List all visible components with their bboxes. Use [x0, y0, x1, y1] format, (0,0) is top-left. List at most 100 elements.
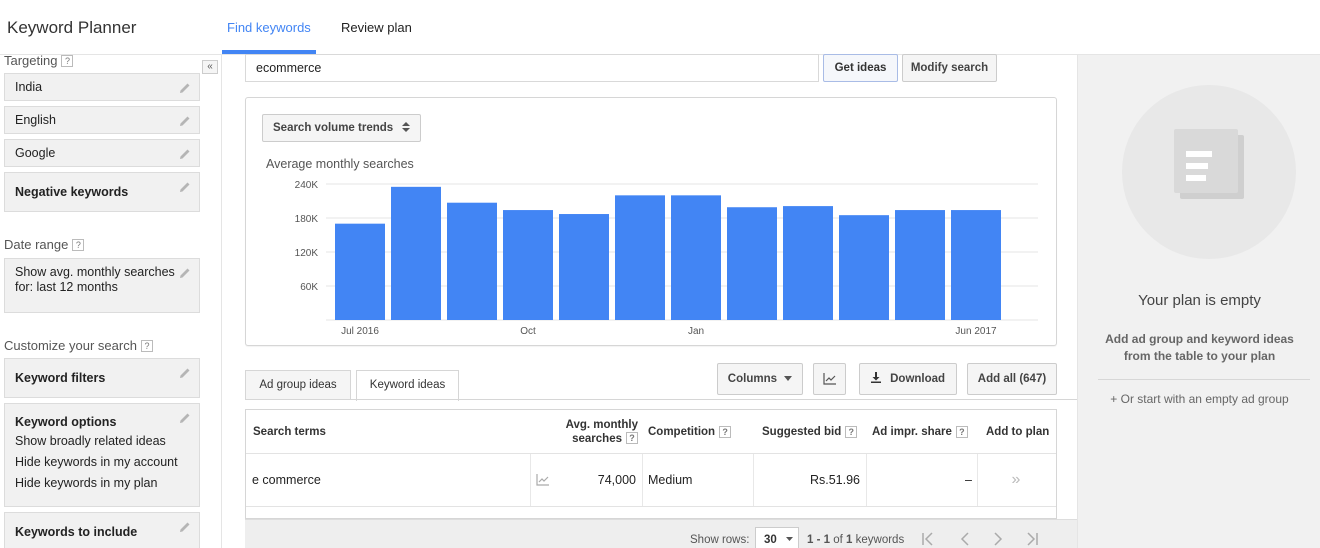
modify-search-button[interactable]: Modify search [902, 54, 997, 82]
cell-competition: Medium [648, 473, 693, 487]
caret-down-icon [786, 537, 793, 541]
keyword-filters[interactable]: Keyword filters [4, 358, 200, 398]
targeting-label-text: Targeting [4, 55, 58, 68]
keyword-filters-label: Keyword filters [15, 371, 106, 385]
negative-keywords[interactable]: Negative keywords [4, 172, 200, 212]
date-range-label: Date range? [4, 237, 85, 252]
column-divider [530, 454, 531, 506]
chart-metric-select[interactable]: Search volume trends [262, 114, 422, 142]
customize-label: Customize your search? [4, 338, 153, 353]
download-icon [870, 372, 881, 383]
keyword-options-title: Keyword options [15, 415, 117, 429]
sort-arrows-icon [402, 122, 411, 132]
chart-bar [839, 215, 889, 320]
tab-find-keywords[interactable]: Find keywords [227, 20, 311, 35]
help-icon[interactable]: ? [955, 426, 968, 438]
first-page-icon[interactable] [921, 532, 935, 546]
keyword-options[interactable]: Keyword options Show broadly related ide… [4, 403, 200, 507]
line-chart-icon [822, 373, 836, 385]
keywords-to-include[interactable]: Keywords to include [4, 512, 200, 548]
tab-review-plan[interactable]: Review plan [341, 20, 412, 35]
targeting-location[interactable]: India [4, 73, 200, 101]
keyword-ideas-table: Search terms Avg. monthly searches? Comp… [245, 409, 1057, 519]
header-avg-monthly[interactable]: Avg. monthly searches? [536, 410, 638, 454]
chart-bar [559, 214, 609, 320]
pencil-icon[interactable] [179, 181, 191, 193]
help-icon[interactable]: ? [626, 432, 638, 444]
chart-bar [447, 202, 497, 320]
start-empty-ad-group-link[interactable]: + Or start with an empty ad group [1078, 392, 1320, 406]
add-to-plan-icon[interactable]: » [986, 454, 1046, 506]
line-chart-icon[interactable] [536, 474, 550, 486]
targeting-language[interactable]: English [4, 106, 200, 134]
cell-ad-impr-share: – [965, 473, 972, 487]
pencil-icon[interactable] [179, 412, 191, 424]
document-icon [1174, 129, 1244, 199]
header-ad-impr-share-label: Ad impr. share [872, 426, 952, 438]
pencil-icon[interactable] [179, 367, 191, 379]
keyword-option-line: Show broadly related ideas [15, 434, 166, 448]
date-range-box[interactable]: Show avg. monthly searches for: last 12 … [4, 258, 200, 313]
tab-ad-group-ideas[interactable]: Ad group ideas [245, 370, 351, 400]
chart-bar [335, 223, 385, 320]
trend-cell[interactable] [536, 454, 556, 506]
chart-bar [895, 210, 945, 320]
search-input[interactable]: ecommerce [245, 54, 819, 82]
x-tick-label: Jul 2016 [341, 326, 379, 337]
targeting-network[interactable]: Google [4, 139, 200, 167]
x-tick-label: Oct [520, 326, 536, 337]
collapse-sidebar-button[interactable]: « [202, 60, 218, 74]
date-range-label-text: Date range [4, 237, 69, 252]
next-page-icon[interactable] [991, 532, 1005, 546]
plan-empty-title: Your plan is empty [1138, 292, 1261, 309]
previous-page-icon[interactable] [958, 532, 972, 546]
columns-button-label: Columns [727, 373, 777, 385]
top-bar: Keyword Planner Find keywords Review pla… [0, 0, 1320, 55]
y-tick-label: 120K [295, 248, 319, 259]
header-avg-monthly-line: Avg. monthly [565, 419, 638, 431]
targeting-language-label: English [15, 113, 56, 127]
tab-keyword-ideas[interactable]: Keyword ideas [356, 370, 459, 401]
rows-per-page-value: 30 [764, 534, 777, 546]
table-footer: Show rows: 30 1 - 1 of 1 keywords [245, 519, 1077, 548]
last-page-icon[interactable] [1025, 532, 1039, 546]
search-volume-chart-card: Average monthly searches 60K 120K 180K 240K J… [245, 97, 1057, 346]
plan-panel-divider [1098, 379, 1310, 380]
targeting-location-label: India [15, 80, 43, 94]
help-icon[interactable]: ? [140, 340, 153, 352]
chart-toggle-button[interactable] [813, 363, 846, 395]
chart-bar [615, 195, 665, 320]
rows-per-page-select[interactable]: 30 [755, 527, 799, 548]
empty-plan-illustration [1122, 85, 1296, 259]
keywords-to-include-label: Keywords to include [15, 525, 138, 539]
download-button[interactable]: Download [859, 363, 957, 395]
date-range-line: for: last 12 months [15, 280, 118, 294]
pencil-icon[interactable] [179, 115, 191, 127]
help-icon[interactable]: ? [719, 426, 732, 438]
column-divider [753, 454, 754, 506]
pencil-icon[interactable] [179, 148, 191, 160]
chart-bar [727, 207, 777, 320]
pencil-icon[interactable] [179, 267, 191, 279]
header-ad-impr-share[interactable]: Ad impr. share? [872, 410, 977, 454]
help-icon[interactable]: ? [72, 239, 85, 251]
pencil-icon[interactable] [179, 521, 191, 533]
header-search-terms[interactable]: Search terms [253, 410, 503, 454]
y-tick-label: 180K [295, 214, 319, 225]
date-range-line: Show avg. monthly searches [15, 265, 175, 279]
add-all-button[interactable]: Add all (647) [967, 363, 1057, 395]
pencil-icon[interactable] [179, 82, 191, 94]
chart-title: Average monthly searches [266, 157, 414, 171]
plan-panel: Your plan is empty Add ad group and keyw… [1077, 55, 1320, 548]
chart-metric-select-label: Search volume trends [273, 122, 394, 134]
help-icon[interactable]: ? [61, 55, 74, 67]
header-suggested-bid[interactable]: Suggested bid? [762, 410, 862, 454]
columns-button[interactable]: Columns [717, 363, 803, 395]
header-competition-label: Competition [648, 426, 716, 438]
help-icon[interactable]: ? [845, 426, 858, 438]
get-ideas-button[interactable]: Get ideas [823, 54, 898, 82]
keyword-option-line: Hide keywords in my plan [15, 476, 158, 490]
y-tick-label: 60K [300, 282, 318, 293]
column-divider [642, 454, 643, 506]
header-competition[interactable]: Competition? [648, 410, 748, 454]
